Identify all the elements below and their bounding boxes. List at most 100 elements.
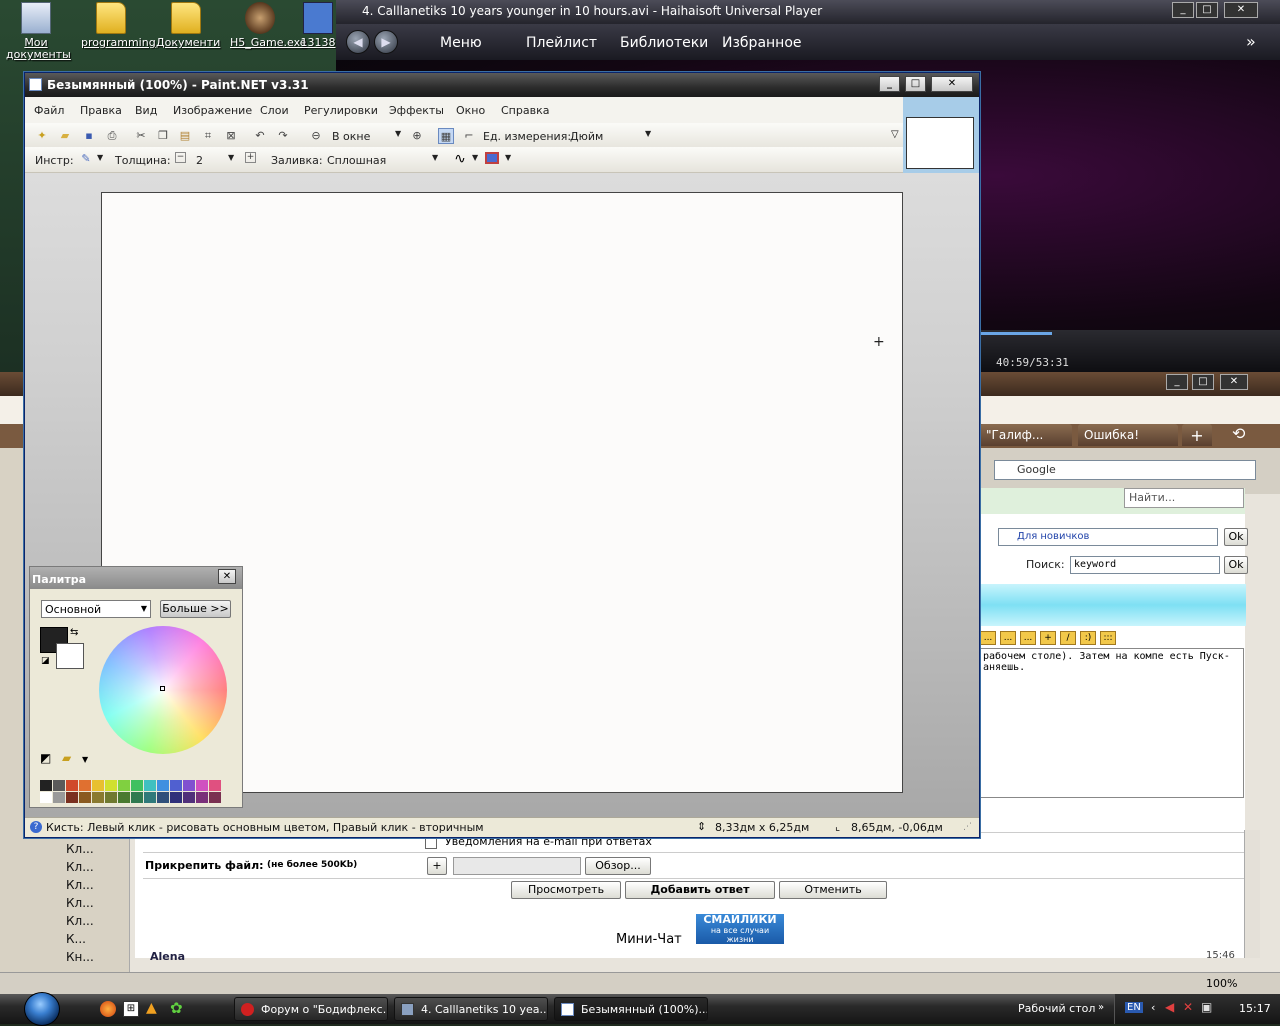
- menu-file[interactable]: Файл: [34, 104, 64, 117]
- network-icon[interactable]: ✕: [1183, 1000, 1193, 1014]
- smile-button[interactable]: :): [1080, 631, 1096, 645]
- units-select[interactable]: Дюйм: [570, 130, 603, 143]
- browser-tab[interactable]: Ошибка!: [1078, 424, 1178, 446]
- notify-checkbox[interactable]: [425, 837, 437, 849]
- menu-help[interactable]: Справка: [501, 104, 549, 117]
- thickness-increase-icon[interactable]: +: [245, 152, 256, 163]
- thickness-decrease-icon[interactable]: −: [175, 152, 186, 163]
- image-thumbnail[interactable]: [906, 117, 974, 169]
- palette-swatch[interactable]: [131, 780, 143, 791]
- menu-window[interactable]: Окно: [456, 104, 485, 117]
- menu-adjustments[interactable]: Регулировки: [304, 104, 378, 117]
- palette-swatch[interactable]: [79, 780, 91, 791]
- smiles-banner[interactable]: СМАЙЛИКИ на все случаи жизни: [696, 914, 784, 944]
- preview-button[interactable]: Просмотреть: [511, 881, 621, 899]
- palette-swatch[interactable]: [209, 780, 221, 791]
- documents-folder-icon[interactable]: Документи: [156, 2, 220, 49]
- browser-maximize-button[interactable]: □: [1192, 374, 1214, 390]
- palette-swatch[interactable]: [92, 792, 104, 803]
- toolbar-overflow-icon[interactable]: ▽: [891, 129, 899, 140]
- browse-button[interactable]: Обзор...: [585, 857, 651, 875]
- file-13138-icon[interactable]: 13138: [296, 2, 340, 49]
- smile-button[interactable]: ...: [1000, 631, 1016, 645]
- player-menu-item[interactable]: Меню: [440, 35, 482, 51]
- close-button[interactable]: ✕: [931, 76, 973, 92]
- programming-folder-icon[interactable]: programming: [81, 2, 156, 49]
- copy-icon[interactable]: ❐: [155, 128, 171, 144]
- smile-button[interactable]: ...: [980, 631, 996, 645]
- task-opera-forum[interactable]: Форум о "Бодифлекс...: [234, 997, 388, 1021]
- forum-find-input[interactable]: Найти...: [1124, 488, 1244, 508]
- blend-mode-icon[interactable]: [485, 152, 499, 164]
- grid-icon[interactable]: ▦: [438, 128, 454, 144]
- resize-grip-icon[interactable]: ⋰: [963, 822, 972, 832]
- sidebar-item[interactable]: Кл...: [66, 914, 94, 928]
- zoom-out-icon[interactable]: ⊖: [308, 128, 324, 144]
- keyword-input[interactable]: keyword: [1070, 556, 1220, 574]
- reset-colors-icon[interactable]: ◪: [41, 656, 50, 666]
- ok-button[interactable]: Ok: [1224, 556, 1248, 574]
- zoom-level[interactable]: 100%: [1206, 977, 1237, 990]
- sidebar-item[interactable]: К...: [66, 932, 86, 946]
- palette-swatch[interactable]: [92, 780, 104, 791]
- paintbrush-icon[interactable]: ✎: [78, 151, 94, 167]
- sidebar-item[interactable]: Кл...: [66, 896, 94, 910]
- maximize-button[interactable]: □: [905, 76, 926, 92]
- player-menu-item[interactable]: Библиотеки: [620, 35, 708, 51]
- redo-icon[interactable]: ↷: [275, 128, 291, 144]
- palette-swatch[interactable]: [144, 792, 156, 803]
- secondary-color-swatch[interactable]: [56, 643, 84, 669]
- volume-icon[interactable]: ◀: [1165, 1000, 1174, 1014]
- sidebar-item[interactable]: Кл...: [66, 878, 94, 892]
- thickness-dropdown-icon[interactable]: ▼: [228, 153, 234, 162]
- add-to-palette-icon[interactable]: ◩: [40, 751, 51, 765]
- palette-swatch[interactable]: [196, 780, 208, 791]
- palette-swatch[interactable]: [170, 792, 182, 803]
- color-picker-marker[interactable]: [160, 686, 165, 691]
- antialias-dropdown-icon[interactable]: ▼: [472, 153, 478, 162]
- back-icon[interactable]: ◀: [346, 30, 370, 54]
- cut-icon[interactable]: ✂: [133, 128, 149, 144]
- palette-swatch[interactable]: [53, 792, 65, 803]
- paste-icon[interactable]: ▤: [177, 128, 193, 144]
- reply-textarea[interactable]: рабочем столе). Затем на компе есть Пуск…: [980, 648, 1244, 798]
- language-indicator[interactable]: EN: [1125, 1002, 1143, 1013]
- deselect-icon[interactable]: ⊠: [223, 128, 239, 144]
- menu-view[interactable]: Вид: [135, 104, 157, 117]
- cancel-button[interactable]: Отменить: [779, 881, 887, 899]
- palette-swatch[interactable]: [170, 780, 182, 791]
- palette-swatch[interactable]: [105, 780, 117, 791]
- category-select[interactable]: Для новичков: [998, 528, 1218, 546]
- more-button[interactable]: Больше >>: [160, 600, 231, 618]
- palette-swatch[interactable]: [118, 792, 130, 803]
- firefox-icon[interactable]: [100, 1001, 116, 1017]
- palette-swatch[interactable]: [118, 780, 130, 791]
- browser-close-button[interactable]: ✕: [1220, 374, 1248, 390]
- palette-swatch[interactable]: [209, 792, 221, 803]
- seek-bar[interactable]: [980, 332, 1052, 335]
- forward-icon[interactable]: ▶: [374, 30, 398, 54]
- add-reply-button[interactable]: Добавить ответ: [625, 881, 775, 899]
- start-button[interactable]: [14, 992, 70, 1026]
- ruler-icon[interactable]: ⌐: [461, 128, 477, 144]
- content-scrollbar[interactable]: [1244, 830, 1260, 958]
- menu-effects[interactable]: Эффекты: [389, 104, 444, 117]
- new-file-icon[interactable]: ✦: [34, 128, 50, 144]
- open-folder-icon[interactable]: ▰: [57, 128, 73, 144]
- palette-swatch[interactable]: [131, 792, 143, 803]
- icq-icon[interactable]: ✿: [170, 999, 183, 1017]
- file-path-input[interactable]: [453, 857, 581, 875]
- palette-close-button[interactable]: ✕: [218, 569, 236, 584]
- zoom-dropdown-icon[interactable]: ▼: [395, 129, 401, 138]
- chevron-right-icon[interactable]: »: [1246, 32, 1256, 51]
- smile-button[interactable]: ...: [1020, 631, 1036, 645]
- palette-swatch[interactable]: [53, 780, 65, 791]
- player-menu-item[interactable]: Избранное: [722, 35, 802, 51]
- sidebar-item[interactable]: Кл...: [66, 842, 94, 856]
- palette-swatch[interactable]: [79, 792, 91, 803]
- task-paintnet[interactable]: Безымянный (100%)...: [554, 997, 708, 1021]
- history-icon[interactable]: ⟲: [1232, 424, 1245, 443]
- antialiasing-icon[interactable]: ∿: [452, 151, 468, 167]
- browser-minimize-button[interactable]: _: [1166, 374, 1188, 390]
- toolbar-chevron-icon[interactable]: »: [1098, 1002, 1104, 1013]
